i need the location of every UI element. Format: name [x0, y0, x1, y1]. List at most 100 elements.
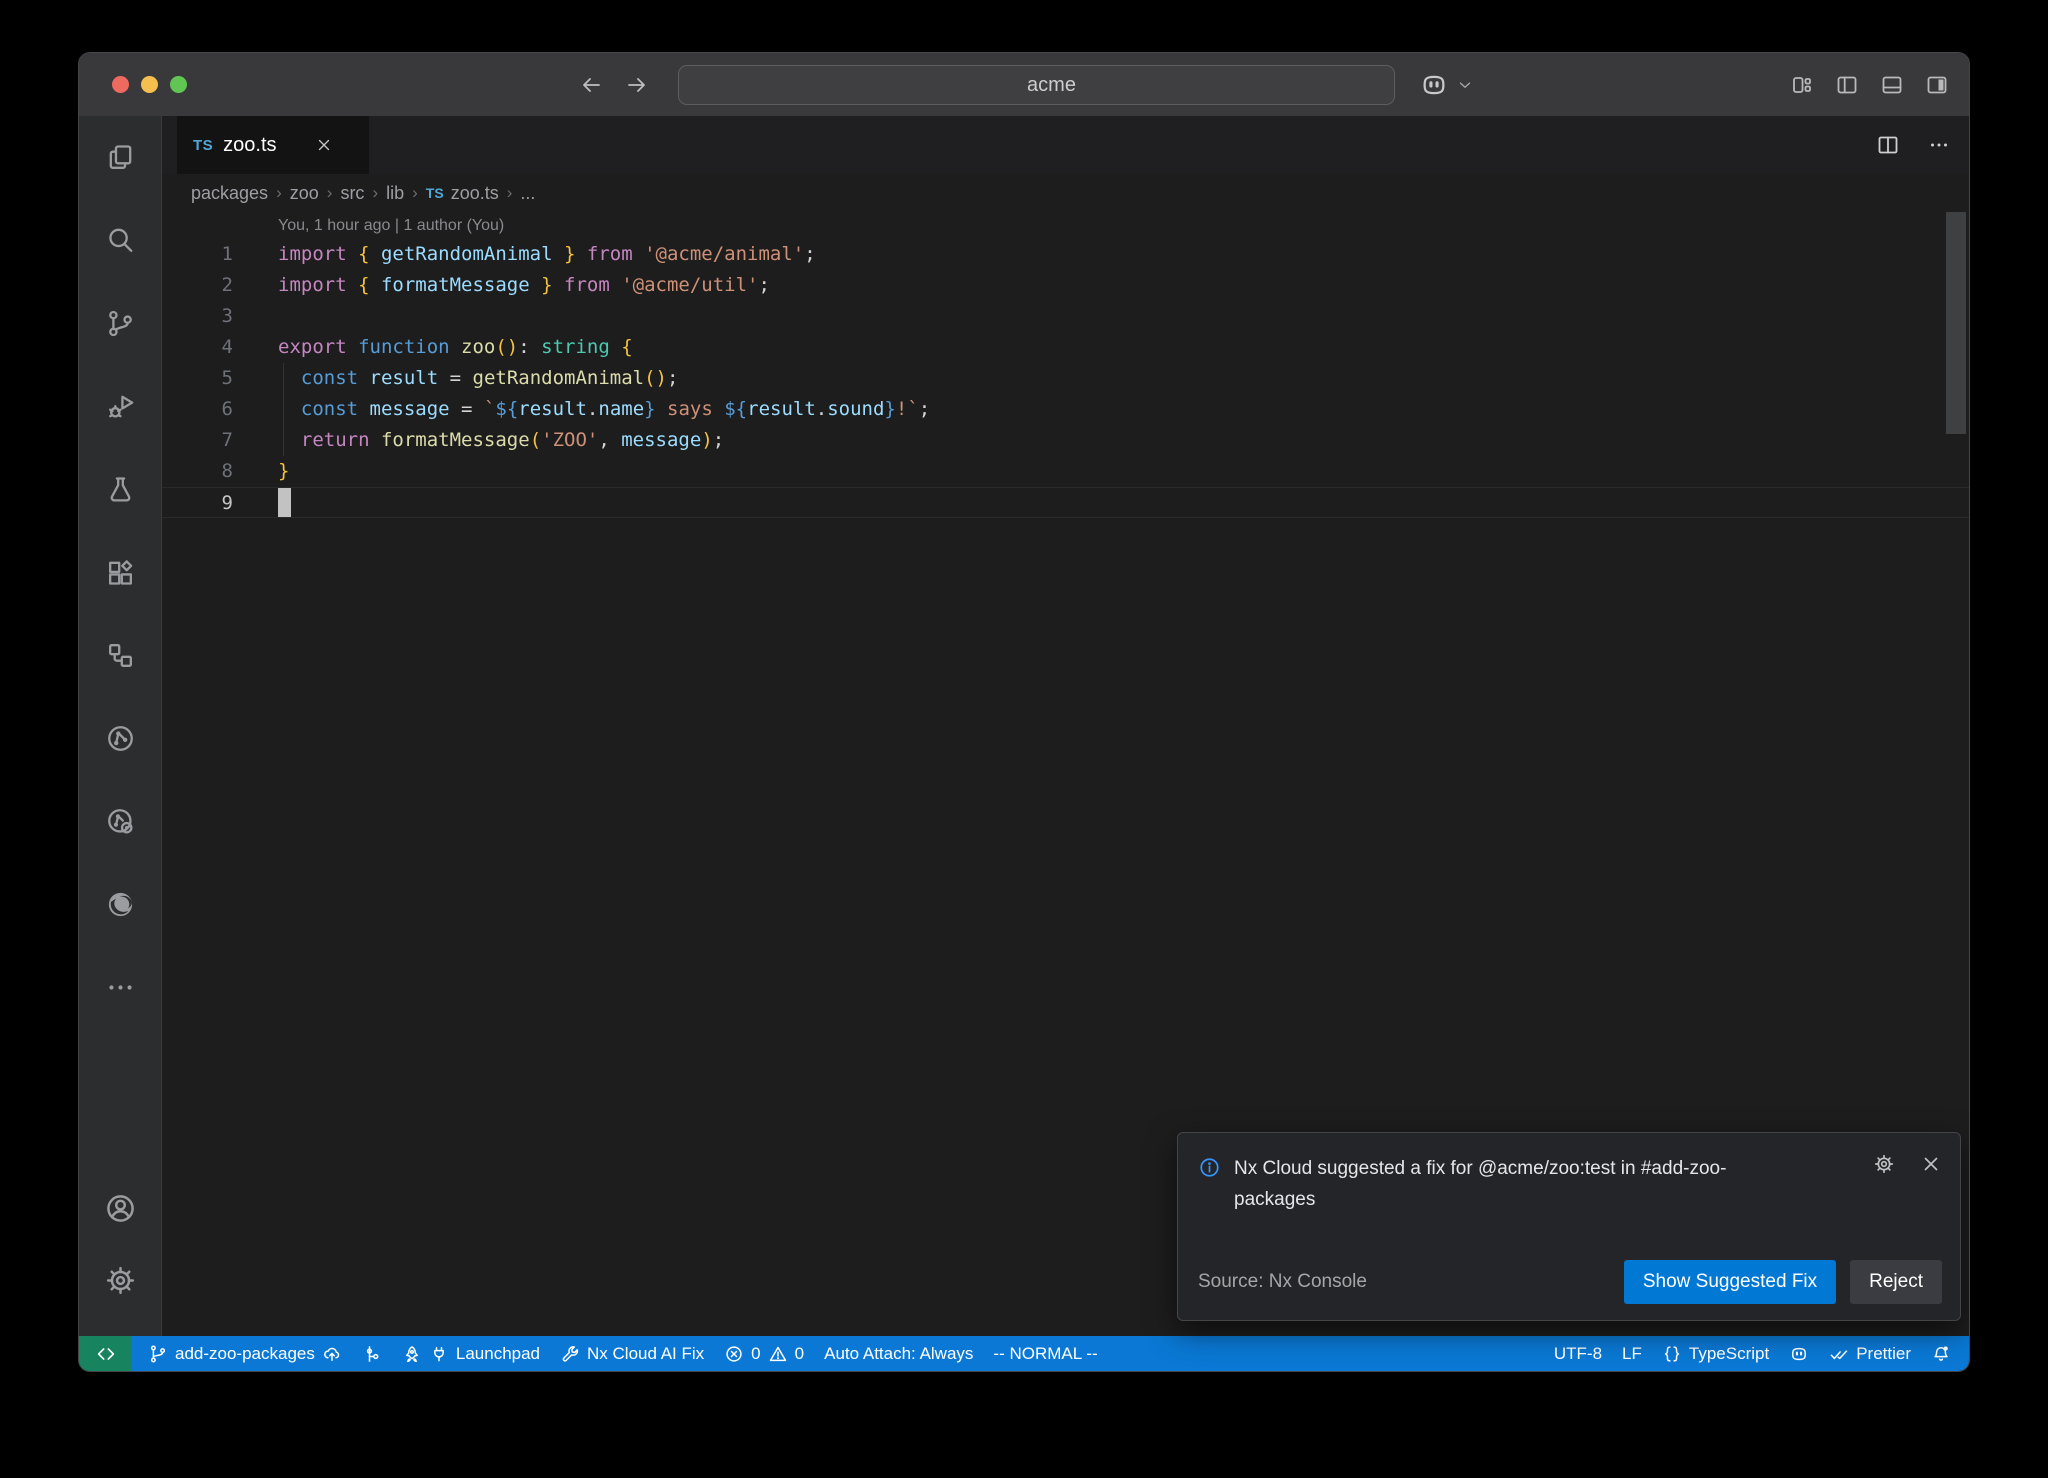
git-commit-icon [362, 1344, 382, 1364]
activity-edge-icon[interactable] [79, 863, 161, 946]
ts-file-icon: TS [426, 185, 444, 201]
command-center-search[interactable]: acme [678, 65, 1395, 105]
panel-left-icon[interactable] [1835, 73, 1859, 97]
extensions-icon [105, 557, 136, 588]
activity-bar [79, 116, 162, 1336]
close-window-button[interactable] [112, 76, 129, 93]
nx-graph-search-icon [105, 806, 136, 837]
notification-toast: Nx Cloud suggested a fix for @acme/zoo:t… [1177, 1132, 1961, 1321]
code-line-7: 7 return formatMessage('ZOO', message); [162, 425, 1969, 456]
status-bar: add-zoo-packages Launchpad Nx Cloud AI Fix… [79, 1336, 1969, 1371]
statusbar-left-auto-attach-always[interactable]: Auto Attach: Always [814, 1336, 983, 1371]
navigate-back-icon[interactable] [579, 73, 603, 97]
breadcrumb-separator: › [276, 183, 282, 203]
statusbar-right-bell-dot-icon[interactable] [1921, 1336, 1961, 1371]
breadcrumb-zoo[interactable]: zoo [290, 183, 319, 204]
line-number: 1 [162, 239, 233, 270]
statusbar-right-typescript[interactable]: TypeScript [1652, 1336, 1779, 1371]
indent-guide [283, 363, 284, 456]
activity-run-debug-icon[interactable] [79, 365, 161, 448]
activity-nx-graph-search-icon[interactable] [79, 780, 161, 863]
statusbar-left-0-0[interactable]: 00 [714, 1336, 814, 1371]
notification-close-icon[interactable] [1920, 1153, 1942, 1175]
statusbar-text: Auto Attach: Always [824, 1344, 973, 1364]
notification-source: Source: Nx Console [1198, 1271, 1367, 1293]
statusbar-text: 0 [751, 1344, 760, 1364]
activity-source-control-icon[interactable] [79, 282, 161, 365]
code-line-6: 6 const message = `${result.name} says $… [162, 394, 1969, 425]
close-tab-icon[interactable] [315, 136, 333, 154]
statusbar-right-prettier[interactable]: Prettier [1819, 1336, 1921, 1371]
breadcrumb-src[interactable]: src [340, 183, 364, 204]
breadcrumb-file[interactable]: zoo.ts [451, 183, 499, 204]
notification-message: Nx Cloud suggested a fix for @acme/zoo:t… [1234, 1153, 1794, 1215]
line-number: 6 [162, 394, 233, 425]
bell-dot-icon [1931, 1344, 1951, 1364]
activity-extensions-icon[interactable] [79, 531, 161, 614]
activity-nx-graph-icon[interactable] [79, 697, 161, 780]
statusbar-left-nx-cloud-ai-fix[interactable]: Nx Cloud AI Fix [550, 1336, 714, 1371]
minimize-window-button[interactable] [141, 76, 158, 93]
breadcrumb: packages›zoo›src›lib›TSzoo.ts›... [162, 174, 1969, 212]
code-line-4: 4export function zoo(): string { [162, 332, 1969, 363]
notification-settings-gear-icon[interactable] [1873, 1153, 1895, 1175]
activity-account-icon[interactable] [79, 1172, 161, 1244]
code-text: import { getRandomAnimal } from '@acme/a… [233, 239, 816, 270]
activity-files-icon[interactable] [79, 116, 161, 199]
editor-actions [1876, 116, 1951, 174]
activity-more-icon[interactable] [79, 946, 161, 1029]
nx-graph-icon [105, 723, 136, 754]
statusbar-right-utf-8[interactable]: UTF-8 [1544, 1336, 1612, 1371]
more-actions-icon[interactable] [1927, 133, 1951, 157]
activity-settings-gear-icon[interactable] [79, 1244, 161, 1316]
line-number: 8 [162, 456, 233, 487]
navigate-forward-icon[interactable] [625, 73, 649, 97]
code-line-3: 3 [162, 301, 1969, 332]
statusbar-text: -- NORMAL -- [993, 1344, 1097, 1364]
ts-file-icon: TS [193, 137, 213, 154]
window-controls [112, 76, 187, 93]
text-cursor [278, 488, 291, 517]
statusbar-text: add-zoo-packages [175, 1344, 315, 1364]
editor-scrollbar[interactable] [1946, 212, 1966, 434]
tab-bar: TS zoo.ts [162, 116, 1969, 174]
breadcrumb-lib[interactable]: lib [386, 183, 404, 204]
reject-button[interactable]: Reject [1850, 1260, 1942, 1304]
search-icon [105, 225, 136, 256]
statusbar-left-git-commit-icon[interactable] [352, 1336, 392, 1371]
activity-testing-icon[interactable] [79, 448, 161, 531]
zoom-window-button[interactable] [170, 76, 187, 93]
cloud-upload-icon [322, 1344, 342, 1364]
info-icon [1198, 1156, 1221, 1179]
split-editor-icon[interactable] [1876, 133, 1900, 157]
search-icon [997, 75, 1018, 96]
copilot-menu[interactable] [1419, 53, 1474, 116]
statusbar-left-add-zoo-packages[interactable]: add-zoo-packages [138, 1336, 352, 1371]
copilot-icon [1419, 70, 1449, 100]
breadcrumb-packages[interactable]: packages [191, 183, 268, 204]
statusbar-left-launchpad[interactable]: Launchpad [392, 1336, 550, 1371]
breadcrumb-more[interactable]: ... [520, 183, 535, 204]
statusbar-text: TypeScript [1689, 1344, 1769, 1364]
statusbar-text: UTF-8 [1554, 1344, 1602, 1364]
activity-org-chart-icon[interactable] [79, 614, 161, 697]
breadcrumb-separator: › [412, 183, 418, 203]
panel-right-icon[interactable] [1925, 73, 1949, 97]
show-suggested-fix-button[interactable]: Show Suggested Fix [1624, 1260, 1836, 1304]
panel-bottom-icon[interactable] [1880, 73, 1904, 97]
remote-indicator[interactable] [79, 1336, 132, 1371]
statusbar-right-lf[interactable]: LF [1612, 1336, 1652, 1371]
tab-zoo-ts[interactable]: TS zoo.ts [177, 116, 369, 174]
code-text: const result = getRandomAnimal(); [233, 363, 678, 394]
breadcrumb-separator: › [507, 183, 513, 203]
statusbar-left-normal[interactable]: -- NORMAL -- [983, 1336, 1107, 1371]
chevron-down-icon [1456, 76, 1474, 94]
activity-search-icon[interactable] [79, 199, 161, 282]
layout-customize-icon[interactable] [1790, 73, 1814, 97]
account-icon [104, 1192, 137, 1225]
code-line-8: 8} [162, 456, 1969, 487]
line-number: 2 [162, 270, 233, 301]
code-line-9: 9 [162, 487, 1969, 518]
statusbar-right-copilot-icon[interactable] [1779, 1336, 1819, 1371]
statusbar-text: Launchpad [456, 1344, 540, 1364]
